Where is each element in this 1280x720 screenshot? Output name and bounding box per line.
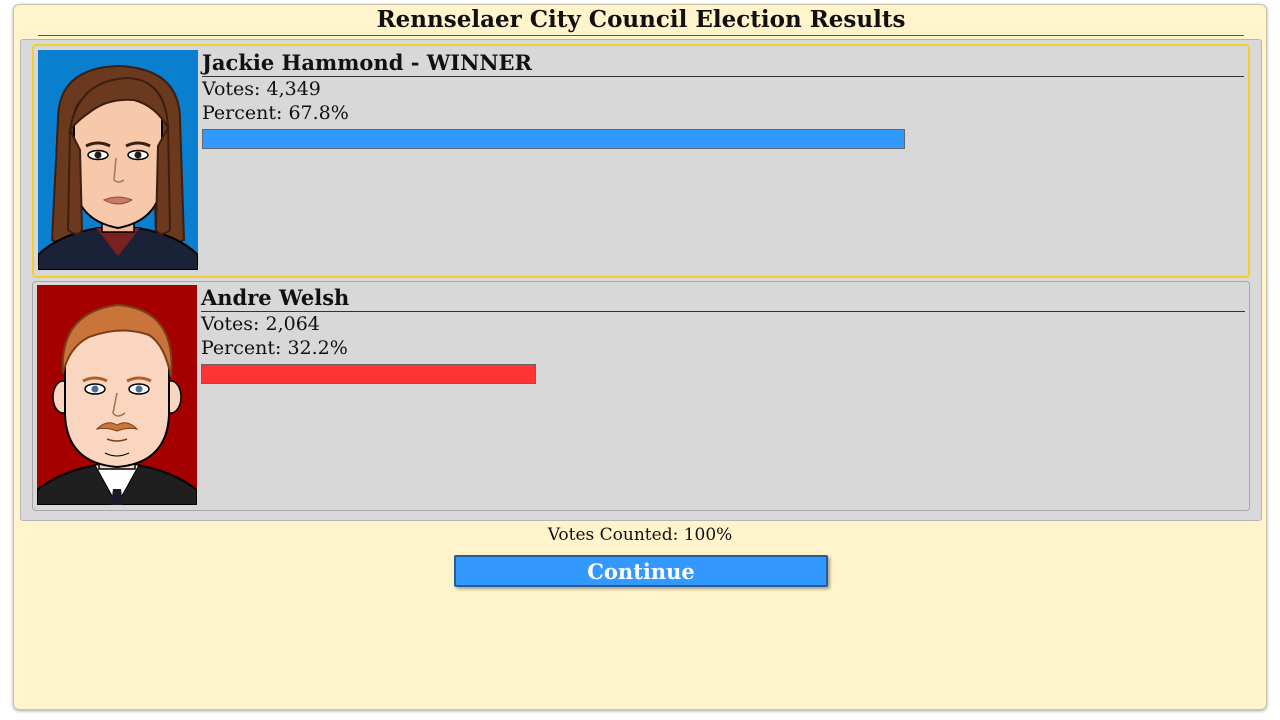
votes-label: Votes: — [202, 78, 261, 100]
votes-value: 4,349 — [266, 78, 321, 100]
hair-side-right — [154, 124, 172, 235]
candidate-name: Jackie Hammond - WINNER — [202, 50, 1244, 77]
candidate-info: Jackie Hammond - WINNER Votes: 4,349 Per… — [202, 50, 1244, 149]
percent-bar-fill — [201, 364, 536, 384]
percent-bar-track — [202, 129, 1246, 149]
candidate-name: Andre Welsh — [201, 285, 1245, 312]
percent-value: 32.2% — [287, 337, 348, 359]
votes-counted-status: Votes Counted: 100% — [547, 525, 733, 545]
percent-bar-track — [201, 364, 1245, 384]
candidate-info: Andre Welsh Votes: 2,064 Percent: 32.2% — [201, 285, 1245, 384]
percent-bar-fill — [202, 129, 905, 149]
votes-line: Votes: 2,064 — [201, 312, 1245, 336]
candidate-portrait-female — [38, 50, 198, 270]
results-panel: Rennselaer City Council Election Results — [13, 4, 1267, 710]
results-list: Jackie Hammond - WINNER Votes: 4,349 Per… — [20, 39, 1262, 521]
page-title: Rennselaer City Council Election Results — [38, 5, 1244, 36]
votes-label: Votes: — [201, 313, 260, 335]
percent-label: Percent: — [202, 102, 283, 124]
percent-line: Percent: 67.8% — [202, 101, 1244, 125]
percent-value: 67.8% — [288, 102, 349, 124]
candidate-portrait-male — [37, 285, 197, 505]
candidate-card-winner: Jackie Hammond - WINNER Votes: 4,349 Per… — [32, 44, 1250, 278]
percent-line: Percent: 32.2% — [201, 336, 1245, 360]
votes-value: 2,064 — [265, 313, 320, 335]
candidate-card: Andre Welsh Votes: 2,064 Percent: 32.2% — [32, 281, 1250, 511]
percent-label: Percent: — [201, 337, 282, 359]
continue-button[interactable]: Continue — [454, 555, 828, 587]
tie — [111, 489, 123, 505]
votes-line: Votes: 4,349 — [202, 77, 1244, 101]
